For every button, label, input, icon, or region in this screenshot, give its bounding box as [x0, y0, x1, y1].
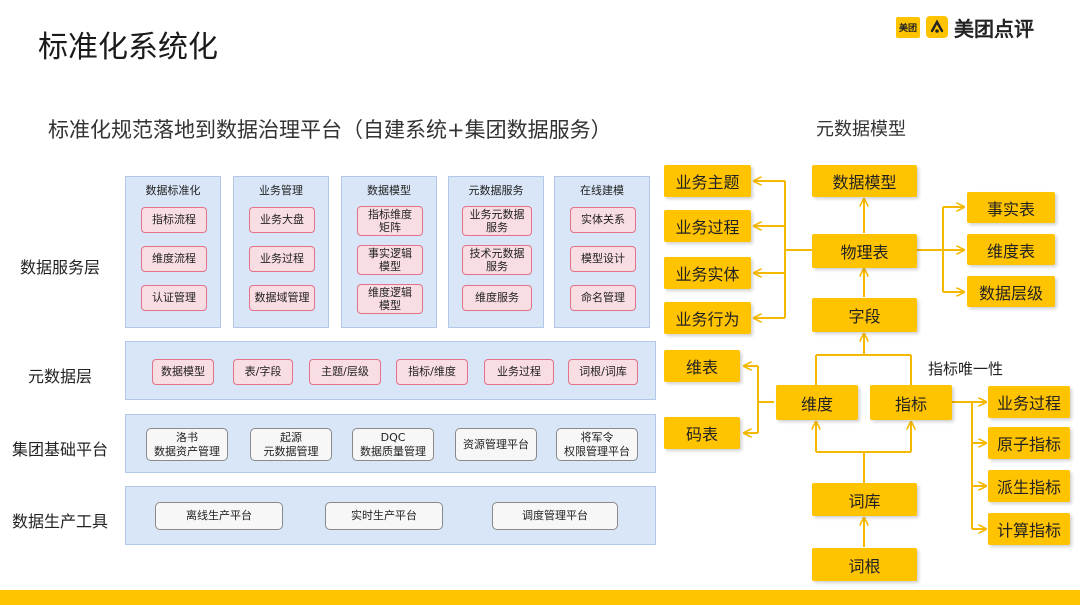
- model-node-field: 字段: [812, 298, 917, 332]
- model-node-business-behavior: 业务行为: [664, 302, 751, 334]
- model-node-data-level: 数据层级: [967, 276, 1055, 307]
- model-node-data-model: 数据模型: [812, 165, 917, 197]
- metric-uniqueness-note: 指标唯一性: [928, 360, 1004, 378]
- model-node-dimension: 维度: [776, 385, 858, 420]
- model-node-business-process: 业务过程: [664, 210, 751, 242]
- model-node-metric: 指标: [870, 385, 952, 420]
- model-node-fact-table: 事实表: [967, 192, 1055, 223]
- model-node-business-entity: 业务实体: [664, 257, 751, 289]
- footer-accent-bar: [0, 590, 1080, 605]
- model-connectors: [0, 0, 1080, 547]
- model-node-root: 词根: [812, 548, 917, 581]
- model-node-metric-business-process: 业务过程: [988, 386, 1070, 418]
- model-node-dimension-table: 维度表: [967, 234, 1055, 265]
- model-node-derived-metric: 派生指标: [988, 470, 1070, 502]
- model-node-atomic-metric: 原子指标: [988, 427, 1070, 459]
- model-node-lexicon: 词库: [812, 483, 917, 516]
- model-node-code-table: 码表: [664, 417, 740, 449]
- model-node-dim-table: 维表: [664, 350, 740, 382]
- model-node-computed-metric: 计算指标: [988, 513, 1070, 545]
- model-node-business-subject: 业务主题: [664, 165, 751, 197]
- model-node-physical-table: 物理表: [812, 234, 917, 268]
